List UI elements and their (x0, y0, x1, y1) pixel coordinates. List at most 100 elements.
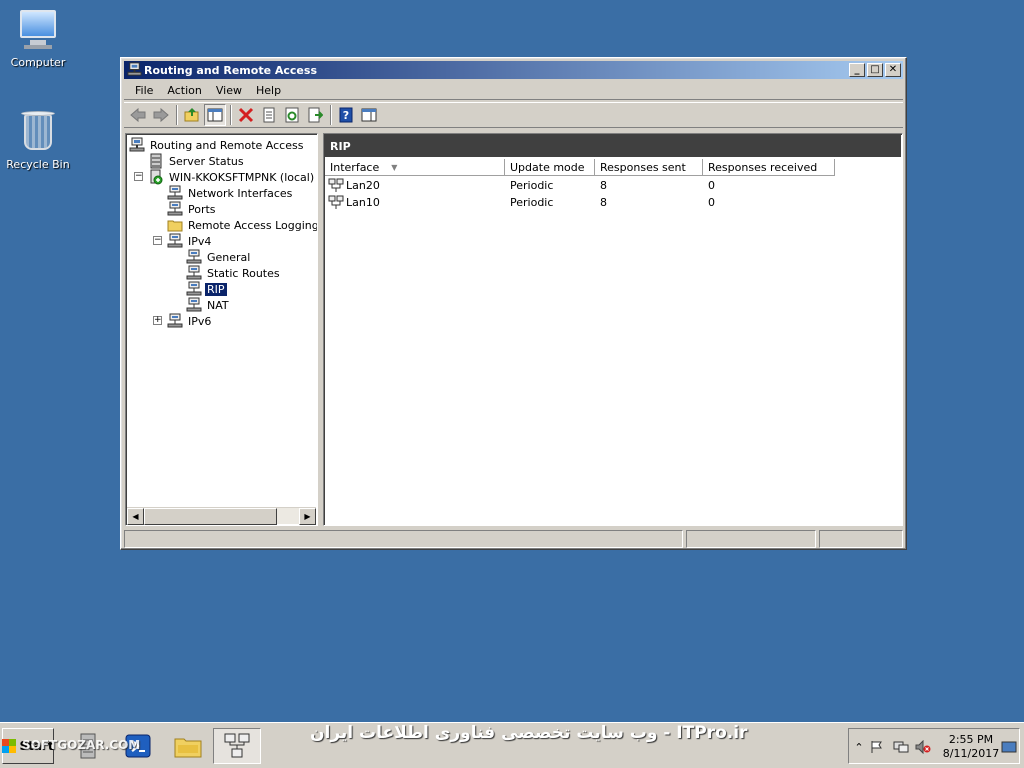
interface-name: Lan20 (346, 179, 380, 192)
help-button[interactable]: ? (335, 104, 357, 126)
network-tray-icon[interactable] (893, 739, 909, 755)
desktop-icon-label: Recycle Bin (6, 158, 70, 171)
show-hide-action-pane-button[interactable] (358, 104, 380, 126)
maximize-button[interactable]: □ (867, 63, 883, 77)
tree-item-label: Network Interfaces (188, 186, 293, 200)
minimize-button[interactable]: _ (849, 63, 865, 77)
tree-item-label: IPv4 (188, 234, 212, 248)
forward-icon (153, 107, 169, 123)
network-icon (186, 297, 202, 313)
network-icon (167, 185, 183, 201)
back-icon (130, 107, 146, 123)
delete-button[interactable] (235, 104, 257, 126)
tree-item-label: IPv6 (188, 314, 212, 328)
table-row[interactable]: Lan10 Periodic 8 0 (325, 194, 835, 211)
desktop-icon-recycle-bin[interactable]: Recycle Bin (0, 110, 76, 171)
sort-down-icon: ▼ (391, 162, 398, 172)
scroll-thumb[interactable] (144, 508, 277, 525)
export-list-icon (308, 107, 323, 123)
status-panel-tertiary (819, 530, 903, 548)
show-hidden-icons-button[interactable]: ⌃ (851, 739, 867, 755)
table-row[interactable]: Lan20 Periodic 8 0 (325, 177, 835, 194)
tree-item-label: Remote Access Logging & P (188, 218, 318, 232)
toolbar: ? (124, 102, 903, 128)
desktop-icon-label: Computer (10, 56, 66, 69)
scroll-right-button[interactable]: ▶ (299, 508, 316, 525)
update-mode-value: Periodic (510, 196, 554, 209)
title-bar[interactable]: Routing and Remote Access _ □ ✕ (124, 61, 903, 79)
clock-date: 8/11/2017 (942, 747, 1000, 760)
taskbar-explorer[interactable] (164, 728, 212, 764)
column-header-responses-sent[interactable]: Responses sent (595, 159, 703, 176)
tree-item-static-routes[interactable]: Static Routes (186, 265, 282, 281)
clock[interactable]: 2:55 PM 8/11/2017 (941, 733, 1001, 761)
column-header-update-mode[interactable]: Update mode (505, 159, 595, 176)
collapse-toggle[interactable]: − (153, 236, 162, 245)
scroll-left-button[interactable]: ◀ (127, 508, 144, 525)
network-icon (167, 201, 183, 217)
tree-item-rip[interactable]: RIP (186, 281, 227, 297)
refresh-button[interactable] (281, 104, 303, 126)
update-mode-value: Periodic (510, 179, 554, 192)
responses-sent-value: 8 (600, 179, 607, 192)
menu-view[interactable]: View (209, 84, 249, 97)
computer-icon (16, 8, 60, 52)
show-hide-tree-icon (207, 108, 223, 122)
tree-horizontal-scrollbar[interactable]: ◀ ▶ (127, 507, 316, 525)
tree-item-label: Server Status (169, 154, 244, 168)
properties-button[interactable] (258, 104, 280, 126)
column-header-label: Interface (330, 160, 380, 174)
tree-item-ports[interactable]: Ports (167, 201, 218, 217)
export-list-button[interactable] (304, 104, 326, 126)
collapse-toggle[interactable]: − (134, 172, 143, 181)
menu-help[interactable]: Help (249, 84, 288, 97)
routing-app-icon (127, 62, 142, 76)
clock-time: 2:55 PM (948, 733, 994, 746)
column-header-interface[interactable]: Interface ▼ (325, 159, 505, 176)
tree-item-ipv6[interactable]: + IPv6 (153, 313, 213, 329)
delete-icon (238, 107, 254, 123)
tree-item-routing-root[interactable]: Routing and Remote Access (129, 137, 305, 153)
status-panel-secondary (686, 530, 817, 548)
close-button[interactable]: ✕ (885, 63, 901, 77)
responses-received-value: 0 (708, 196, 715, 209)
tree-item-server-status[interactable]: Server Status (148, 153, 246, 169)
details-pane: RIP Interface ▼ Update mode Responses se… (323, 133, 903, 526)
menu-action[interactable]: Action (160, 84, 208, 97)
tree-item-nat[interactable]: NAT (186, 297, 231, 313)
expand-toggle[interactable]: + (153, 316, 162, 325)
show-hide-tree-button[interactable] (204, 104, 226, 126)
console-tree[interactable]: Routing and Remote Access Server Status … (125, 133, 318, 526)
server-icon (129, 137, 145, 153)
network-icon (186, 265, 202, 281)
volume-muted-icon[interactable] (915, 739, 931, 755)
desktop-icon-computer[interactable]: Computer (0, 8, 76, 69)
action-center-flag-icon[interactable] (869, 739, 885, 755)
menu-file[interactable]: File (128, 84, 160, 97)
explorer-folder-icon (174, 738, 202, 758)
status-panel-main (124, 530, 684, 548)
rras-window: Routing and Remote Access _ □ ✕ File Act… (120, 57, 907, 550)
forward-button[interactable] (150, 104, 172, 126)
tree-item-remote-access-logging[interactable]: Remote Access Logging & P (167, 217, 318, 233)
show-desktop-icon[interactable] (1001, 739, 1017, 755)
up-one-level-button[interactable] (181, 104, 203, 126)
tree-item-network-interfaces[interactable]: Network Interfaces (167, 185, 294, 201)
properties-icon (263, 107, 275, 123)
server-status-icon (148, 153, 164, 169)
tree-item-label: Routing and Remote Access (150, 138, 304, 152)
network-icon (167, 233, 183, 249)
column-header-responses-received[interactable]: Responses received (703, 159, 835, 176)
svg-text:?: ? (343, 109, 349, 122)
windows-logo-icon (2, 739, 17, 753)
taskbar-routing-remote-access[interactable] (213, 728, 261, 764)
watermark-right: وب سایت تخصصی فناوری اطلاعات ایران - ITP… (310, 723, 748, 743)
tree-item-ipv4[interactable]: − IPv4 (153, 233, 213, 249)
tree-item-local-server[interactable]: − WIN-KKOKSFTMPNK (local) (134, 169, 316, 185)
tree-item-general[interactable]: General (186, 249, 252, 265)
toolbar-separator (230, 105, 232, 125)
toolbar-separator (330, 105, 332, 125)
network-icon (186, 249, 202, 265)
help-icon: ? (339, 107, 353, 123)
back-button[interactable] (127, 104, 149, 126)
